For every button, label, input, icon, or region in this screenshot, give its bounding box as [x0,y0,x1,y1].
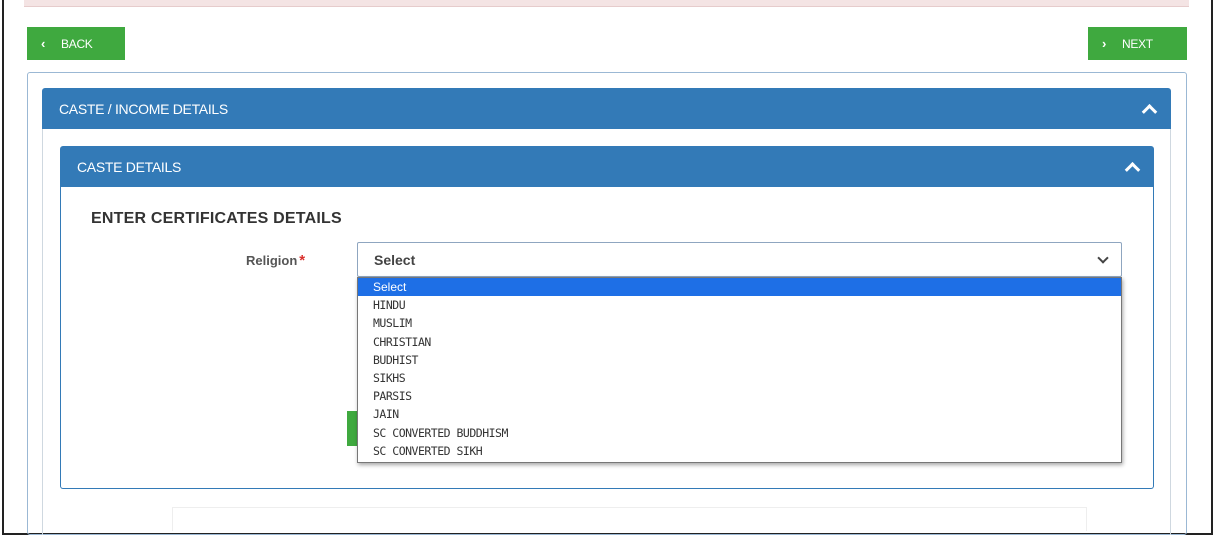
dropdown-option[interactable]: JAIN [358,405,1121,423]
caste-income-panel-title: CASTE / INCOME DETAILS [59,100,228,117]
religion-label: Religion * [246,252,305,269]
next-button[interactable]: › NEXT [1088,27,1187,60]
religion-dropdown-list[interactable]: Select HINDU MUSLIM CHRISTIAN BUDHIST SI… [357,277,1122,463]
chevron-left-icon: ‹ [41,36,46,51]
chevron-up-icon[interactable] [1124,161,1141,178]
back-button-label: BACK [61,36,93,51]
dropdown-option[interactable]: SC CONVERTED BUDDHISM [358,424,1121,442]
religion-select-value: Select [374,251,416,268]
dropdown-option[interactable]: MUSLIM [358,314,1121,332]
dropdown-option[interactable]: SIKHS [358,369,1121,387]
chevron-right-icon: › [1102,36,1107,51]
next-button-label: NEXT [1122,36,1153,51]
partially-hidden-button[interactable] [347,411,357,446]
dropdown-option[interactable]: CHRISTIAN [358,333,1121,351]
dropdown-option[interactable]: PARSIS [358,387,1121,405]
back-button[interactable]: ‹ BACK [27,27,125,60]
caste-details-panel-header[interactable]: CASTE DETAILS [60,146,1154,187]
chevron-down-icon [1097,252,1109,264]
dropdown-option[interactable]: Select [358,278,1121,297]
caste-income-panel-header[interactable]: CASTE / INCOME DETAILS [42,88,1171,129]
dropdown-option[interactable]: SC CONVERTED SIKH [358,442,1121,460]
faded-input-field [172,507,1087,531]
required-asterisk: * [299,252,306,269]
dropdown-option[interactable]: HINDU [358,296,1121,314]
caste-details-panel-title: CASTE DETAILS [77,158,181,175]
section-title: ENTER CERTIFICATES DETAILS [91,210,342,227]
religion-select[interactable]: Select [357,242,1122,277]
chevron-up-icon[interactable] [1141,103,1158,120]
religion-label-text: Religion [246,253,298,268]
top-alert-banner [24,0,1189,7]
dropdown-option[interactable]: BUDHIST [358,351,1121,369]
